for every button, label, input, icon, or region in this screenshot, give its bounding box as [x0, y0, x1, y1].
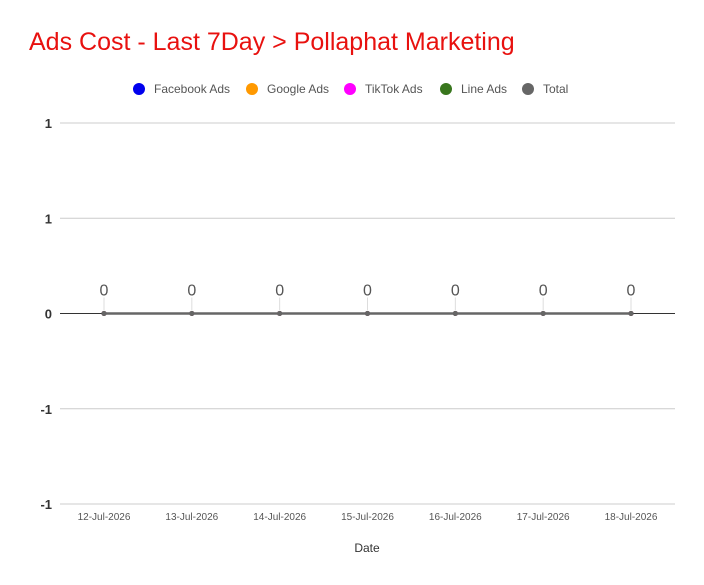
y-tick-label: 1 — [45, 116, 52, 131]
data-label: 0 — [363, 283, 372, 300]
data-label: 0 — [539, 283, 548, 300]
x-tick-label: 18-Jul-2026 — [605, 512, 658, 523]
data-label: 0 — [451, 283, 460, 300]
data-point — [101, 311, 107, 316]
data-point — [540, 311, 546, 316]
line-chart: Facebook Ads Google Ads TikTok Ads Line Ads… — [40, 82, 675, 555]
y-tick-label: 1 — [45, 211, 52, 226]
data-point — [628, 311, 634, 316]
x-tick-label: 13-Jul-2026 — [165, 512, 218, 523]
data-label: 0 — [627, 283, 636, 300]
data-label: 0 — [275, 283, 284, 300]
x-tick-label: 16-Jul-2026 — [429, 512, 482, 523]
x-tick-label: 15-Jul-2026 — [341, 512, 394, 523]
legend-marker-2 — [246, 83, 258, 95]
data-point — [189, 311, 195, 316]
x-tick-label: 14-Jul-2026 — [253, 512, 306, 523]
x-axis-title: Date — [354, 541, 380, 555]
legend-marker-1 — [133, 83, 145, 95]
y-tick-label: -1 — [40, 497, 52, 512]
legend-marker-3 — [344, 83, 356, 95]
legend-marker-4 — [440, 83, 452, 95]
y-tick-label: -1 — [40, 402, 52, 417]
data-label: 0 — [100, 283, 109, 300]
legend-label-3: TikTok Ads — [365, 82, 423, 96]
legend-label-4: Line Ads — [461, 82, 507, 96]
data-point — [452, 311, 458, 316]
x-tick-label: 17-Jul-2026 — [517, 512, 570, 523]
x-tick-label: 12-Jul-2026 — [78, 512, 131, 523]
legend-marker-5 — [522, 83, 534, 95]
legend-label-2: Google Ads — [267, 82, 329, 96]
y-tick-label: 0 — [45, 307, 52, 322]
data-point — [365, 311, 370, 316]
data-label: 0 — [187, 283, 196, 300]
legend-label-1: Facebook Ads — [154, 82, 230, 96]
legend-label-5: Total — [543, 82, 568, 96]
data-point — [277, 311, 283, 316]
